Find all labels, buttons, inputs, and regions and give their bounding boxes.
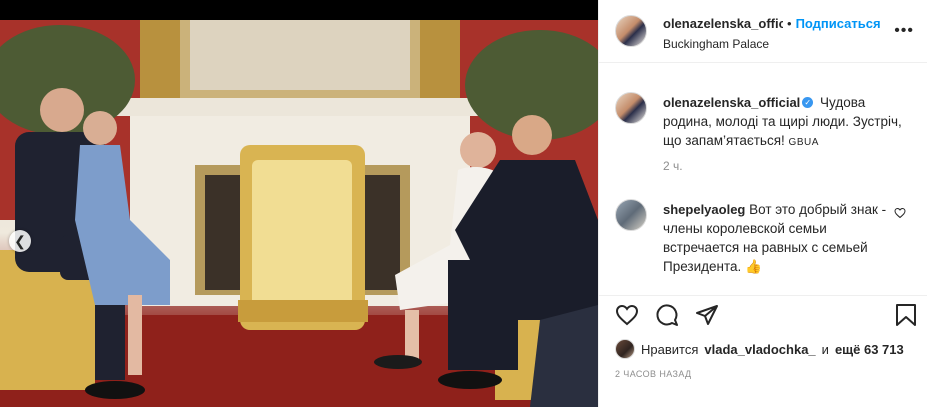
caption-author-avatar[interactable]: [615, 92, 647, 124]
comment-username[interactable]: shepelyaoleg: [663, 202, 745, 217]
comment-like-heart-icon[interactable]: [894, 207, 906, 219]
liker-username[interactable]: vlada_vladochka_: [704, 342, 815, 357]
verified-badge-icon: ✓: [802, 96, 814, 108]
comment: shepelyaoleg Вот это добрый знак - члены…: [663, 200, 895, 276]
follow-button[interactable]: Подписаться: [796, 16, 881, 31]
carousel-prev-button[interactable]: ❮: [9, 230, 31, 252]
caption: olenazelenska_official ✓ Чудова родина, м…: [663, 93, 913, 152]
location-link[interactable]: Buckingham Palace: [663, 37, 769, 51]
comments-section: olenazelenska_official ✓ Чудова родина, м…: [599, 63, 927, 296]
comment-bubble-icon[interactable]: [655, 303, 679, 327]
separator-dot: •: [787, 16, 792, 31]
share-paper-plane-icon[interactable]: [695, 303, 719, 327]
author-avatar[interactable]: [615, 15, 647, 47]
ellipsis-icon[interactable]: •••: [894, 22, 914, 40]
chevron-left-icon: ❮: [14, 232, 26, 249]
top-black-bar: [0, 0, 598, 20]
likes-prefix: Нравится: [641, 341, 699, 357]
liker-avatar[interactable]: [615, 339, 635, 359]
caption-tag: GBUA: [788, 137, 819, 148]
post-photo[interactable]: ❮: [0, 20, 598, 407]
like-heart-icon[interactable]: [615, 303, 639, 327]
commenter-avatar[interactable]: [615, 199, 647, 231]
save-bookmark-icon[interactable]: [895, 303, 917, 327]
caption-time: 2 ч.: [663, 159, 683, 173]
caption-username[interactable]: olenazelenska_official: [663, 95, 800, 110]
likes-summary: Нравится vlada_vladochka_ и ещё 63 713: [615, 339, 904, 359]
action-bar: [599, 298, 927, 334]
post-side-panel: olenazelenska_offic • Подписаться Buckin…: [598, 0, 927, 407]
likes-count[interactable]: ещё 63 713: [835, 342, 904, 357]
likes-conjunction: и: [821, 341, 829, 357]
post-age: 2 ЧАСОВ НАЗАД: [615, 369, 692, 379]
thumbs-up-emoji: 👍: [745, 259, 762, 274]
author-username[interactable]: olenazelenska_offic: [663, 16, 783, 31]
post-header: olenazelenska_offic • Подписаться Buckin…: [599, 0, 927, 63]
photo-illustration: [0, 20, 598, 407]
